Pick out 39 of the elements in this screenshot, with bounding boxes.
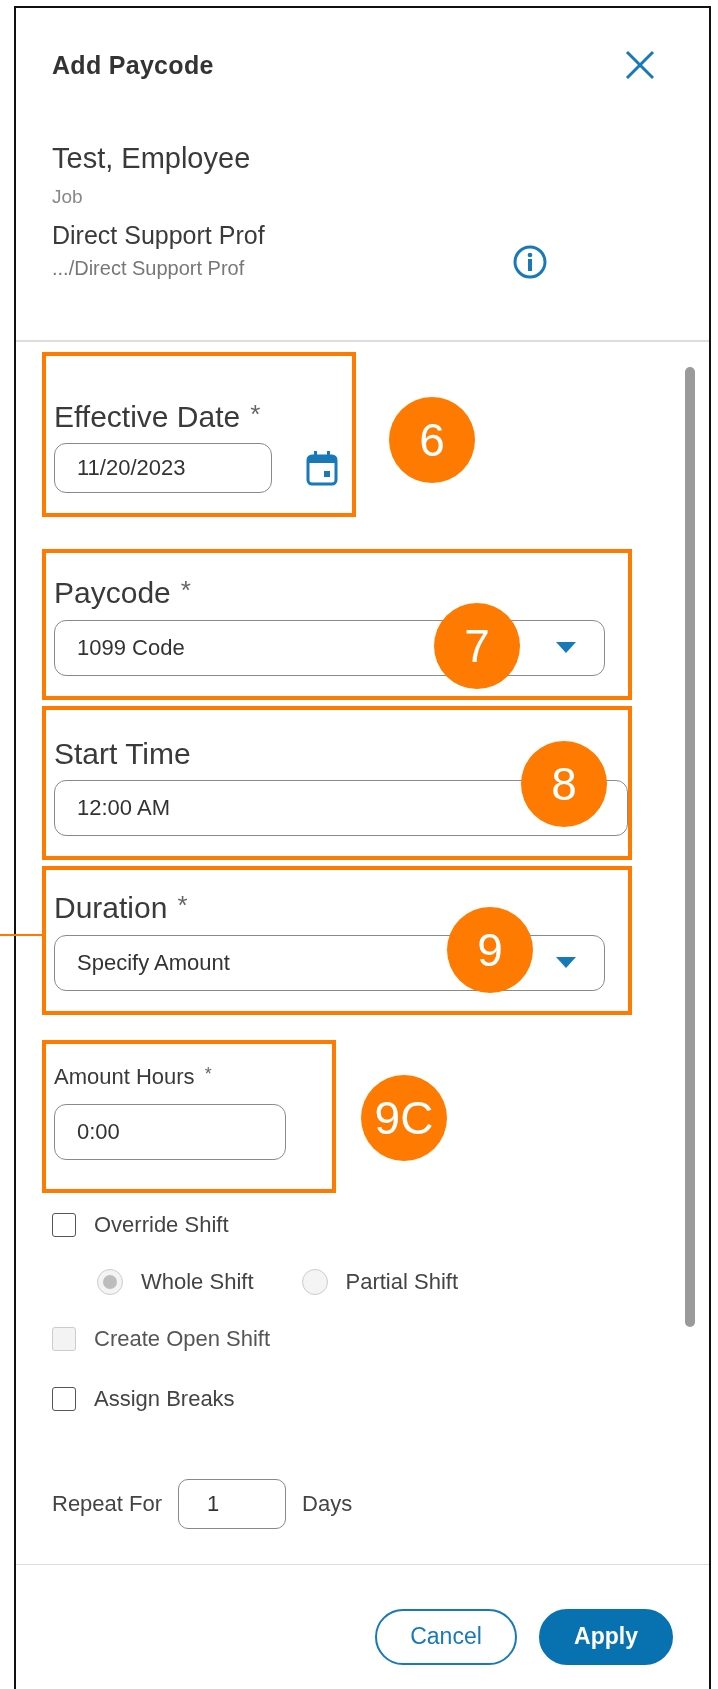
calendar-icon[interactable] [306,450,338,486]
checkbox[interactable] [52,1387,76,1411]
caret-icon [556,957,576,968]
required-mark: * [180,574,191,607]
required-mark: * [204,1062,212,1086]
required-mark: * [177,889,188,922]
checkbox-label: Create Open Shift [94,1326,271,1352]
employee-name: Test, Employee [52,141,251,176]
callout-number: 9C [361,1074,447,1161]
dialog-title: Add Paycode [52,50,214,80]
info-icon[interactable] [513,245,547,279]
job-path: .../Direct Support Prof [52,256,245,281]
field-label: Amount Hours [54,1062,195,1090]
job-name: Direct Support Prof [52,220,265,251]
radio-label: Whole Shift [141,1269,254,1295]
field-label: Effective Date [54,398,241,435]
field-label: Duration [54,890,168,926]
field-label: Job [52,185,83,209]
apply-button[interactable]: Apply [539,1608,673,1665]
radio-label: Partial Shift [345,1269,458,1295]
field-label: Paycode [54,575,171,611]
callout-number: 8 [521,740,607,827]
callout-number: 7 [434,603,520,689]
callout-number: 6 [389,396,475,483]
input-field[interactable]: 11/20/2023 [54,443,272,493]
scrollbar[interactable] [685,366,695,1327]
callout-number: 9 [447,907,533,993]
caret-icon [556,642,576,653]
cancel-button[interactable]: Cancel [375,1608,517,1665]
field-label: Start Time [54,735,191,772]
unit-label: Days [302,1491,353,1517]
input-field[interactable]: 1 [178,1479,287,1529]
checkbox[interactable] [52,1213,76,1237]
repeat-label: Repeat For [52,1491,163,1517]
input-field[interactable]: 0:00 [54,1104,286,1160]
checkbox-label: Override Shift [94,1212,229,1238]
close-icon[interactable] [625,50,655,80]
required-mark: * [250,397,261,431]
checkbox-label: Assign Breaks [94,1386,235,1412]
